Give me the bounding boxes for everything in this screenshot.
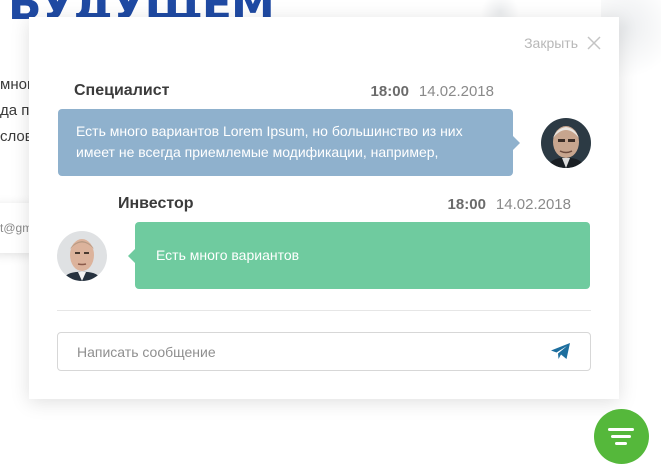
message-bubble: Есть много вариантов <box>128 222 590 289</box>
background-email-value: t@gm <box>0 221 33 235</box>
divider <box>57 310 591 311</box>
close-button[interactable]: Закрыть <box>524 35 601 51</box>
background-text-line: да п <box>0 102 30 119</box>
message-time: 18:00 <box>447 196 486 213</box>
page: БУДУЩЕМ много да п слов t@gm Закрыть Спе… <box>0 0 661 471</box>
message-timestamp: 18:00 14.02.2018 <box>448 196 571 213</box>
close-icon[interactable] <box>587 36 601 50</box>
message-bubble: Есть много вариантов Lorem Ipsum, но бол… <box>58 109 520 176</box>
paper-plane-icon[interactable] <box>551 343 571 360</box>
background-text: много да п слов <box>0 72 30 150</box>
message-timestamp: 18:00 14.02.2018 <box>371 83 494 100</box>
background-text-line: много <box>0 76 30 93</box>
send-button[interactable] <box>551 343 571 360</box>
message-date: 14.02.2018 <box>495 196 571 213</box>
message-author: Специалист <box>74 82 170 99</box>
close-label: Закрыть <box>524 35 578 51</box>
message-author: Инвестор <box>118 195 194 212</box>
message-input[interactable] <box>58 333 538 370</box>
avatar-investor <box>57 231 107 281</box>
message-input-box <box>57 332 591 371</box>
menu-lines-icon <box>608 428 634 445</box>
message-time: 18:00 <box>370 83 409 100</box>
avatar-specialist <box>541 118 591 168</box>
message-date: 14.02.2018 <box>418 83 494 100</box>
menu-fab-button[interactable] <box>594 409 649 464</box>
chat-modal: Закрыть Специалист 18:00 14.02.2018 Есть … <box>29 17 619 399</box>
background-text-line: слов <box>0 128 30 145</box>
